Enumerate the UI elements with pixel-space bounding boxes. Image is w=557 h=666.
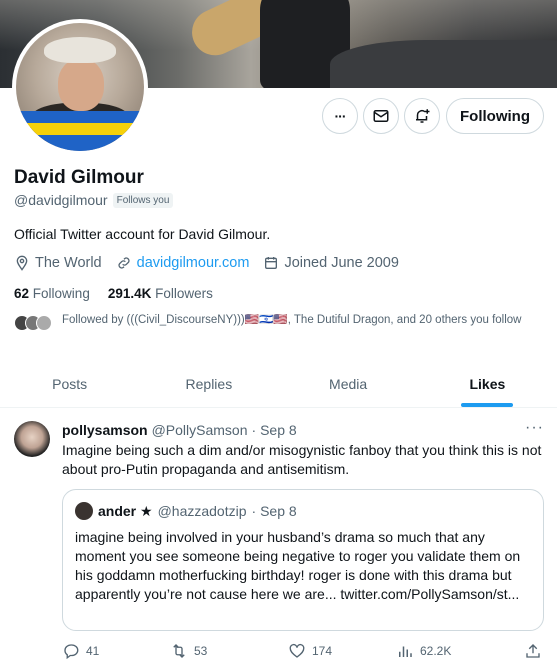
tweet-date[interactable]: · Sep 8 bbox=[252, 422, 297, 438]
joined: Joined June 2009 bbox=[263, 255, 399, 271]
tweet-more-icon[interactable]: ··· bbox=[525, 419, 544, 437]
tab-likes[interactable]: Likes bbox=[418, 360, 557, 407]
website[interactable]: davidgilmour.com bbox=[116, 255, 250, 271]
like-button[interactable]: 174 bbox=[288, 642, 396, 660]
avatar-image bbox=[16, 23, 144, 151]
views-button[interactable]: 62.2K bbox=[396, 642, 524, 660]
followed-by-avatars bbox=[14, 315, 52, 331]
quote-author-handle: @hazzadotzip bbox=[157, 503, 247, 519]
link-icon bbox=[118, 257, 130, 269]
ukraine-flag-yellow bbox=[16, 123, 144, 135]
retweet-icon bbox=[173, 644, 185, 658]
followed-by-text: Followed by (((Civil_DiscourseNY)))🇺🇸🇮🇱🇺… bbox=[62, 314, 522, 326]
tweet-author-handle[interactable]: @PollySamson bbox=[152, 422, 248, 438]
quoted-tweet[interactable]: ander ★ @hazzadotzip · Sep 8 imagine bei… bbox=[62, 489, 544, 631]
profile-avatar[interactable] bbox=[12, 19, 148, 155]
heart-icon bbox=[289, 643, 305, 658]
quote-text: imagine being involved in your husband’s… bbox=[75, 529, 521, 602]
quote-author-name: ander ★ bbox=[98, 502, 153, 519]
bell-plus-icon bbox=[416, 109, 430, 123]
profile-handle: @davidgilmour bbox=[14, 192, 108, 208]
banner-rock bbox=[330, 40, 557, 88]
calendar-icon bbox=[265, 257, 278, 269]
ukraine-flag-blue bbox=[16, 111, 144, 123]
like-count: 174 bbox=[312, 644, 333, 658]
profile-name: David Gilmour bbox=[14, 167, 144, 188]
follows-you-badge: Follows you bbox=[112, 192, 174, 208]
followed-by[interactable]: Followed by (((Civil_DiscourseNY)))🇺🇸🇮🇱🇺… bbox=[14, 313, 539, 331]
more-icon: ··· bbox=[334, 108, 347, 124]
location: The World bbox=[14, 255, 102, 271]
share-icon bbox=[526, 644, 540, 658]
quote-author-avatar bbox=[75, 502, 93, 520]
tweet-author-name[interactable]: pollysamson bbox=[62, 422, 148, 438]
tab-media[interactable]: Media bbox=[279, 360, 418, 407]
location-text: The World bbox=[35, 255, 102, 271]
location-pin-icon bbox=[16, 255, 28, 271]
profile-bio: Official Twitter account for David Gilmo… bbox=[14, 226, 271, 242]
retweet-button[interactable]: 53 bbox=[170, 642, 288, 660]
envelope-icon bbox=[373, 110, 389, 122]
notifications-button[interactable] bbox=[404, 98, 440, 134]
reply-button[interactable]: 41 bbox=[62, 642, 170, 660]
joined-text: Joined June 2009 bbox=[284, 255, 399, 271]
following-count: 62 bbox=[14, 286, 30, 301]
tweet-author-avatar[interactable] bbox=[14, 421, 50, 457]
following-label: Following bbox=[32, 286, 90, 301]
tweet-actions: 41 53 174 62.2K bbox=[62, 642, 544, 660]
message-button[interactable] bbox=[363, 98, 399, 134]
website-link[interactable]: davidgilmour.com bbox=[137, 255, 250, 271]
follow-counts: 62 Following 291.4K Followers bbox=[14, 286, 213, 301]
tweet[interactable]: pollysamson @PollySamson · Sep 8 ··· Ima… bbox=[0, 409, 557, 666]
following-count-link[interactable]: 62 Following bbox=[14, 286, 90, 301]
followers-count-link[interactable]: 291.4K Followers bbox=[108, 286, 213, 301]
tweet-header: pollysamson @PollySamson · Sep 8 bbox=[62, 422, 297, 438]
reply-icon bbox=[64, 644, 79, 660]
reply-count: 41 bbox=[86, 644, 100, 658]
profile-tabs: Posts Replies Media Likes bbox=[0, 360, 557, 408]
more-button[interactable]: ··· bbox=[322, 98, 358, 134]
retweet-count: 53 bbox=[194, 644, 208, 658]
quote-date: · Sep 8 bbox=[251, 503, 297, 519]
ukraine-flag-blue-2 bbox=[16, 135, 144, 151]
view-count: 62.2K bbox=[420, 644, 452, 658]
quote-header: ander ★ @hazzadotzip · Sep 8 bbox=[75, 502, 297, 520]
followers-label: Followers bbox=[155, 286, 213, 301]
tab-replies[interactable]: Replies bbox=[139, 360, 278, 407]
mini-avatar bbox=[36, 315, 52, 331]
following-button[interactable]: Following bbox=[446, 98, 544, 134]
followers-count: 291.4K bbox=[107, 286, 152, 301]
tweet-text: Imagine being such a dim and/or misogyni… bbox=[62, 442, 542, 477]
tab-posts[interactable]: Posts bbox=[0, 360, 139, 407]
handle-row: @davidgilmour Follows you bbox=[14, 192, 174, 208]
analytics-icon bbox=[399, 646, 412, 657]
share-button[interactable] bbox=[524, 642, 542, 660]
profile-meta: The World davidgilmour.com Joined June 2… bbox=[14, 255, 413, 271]
